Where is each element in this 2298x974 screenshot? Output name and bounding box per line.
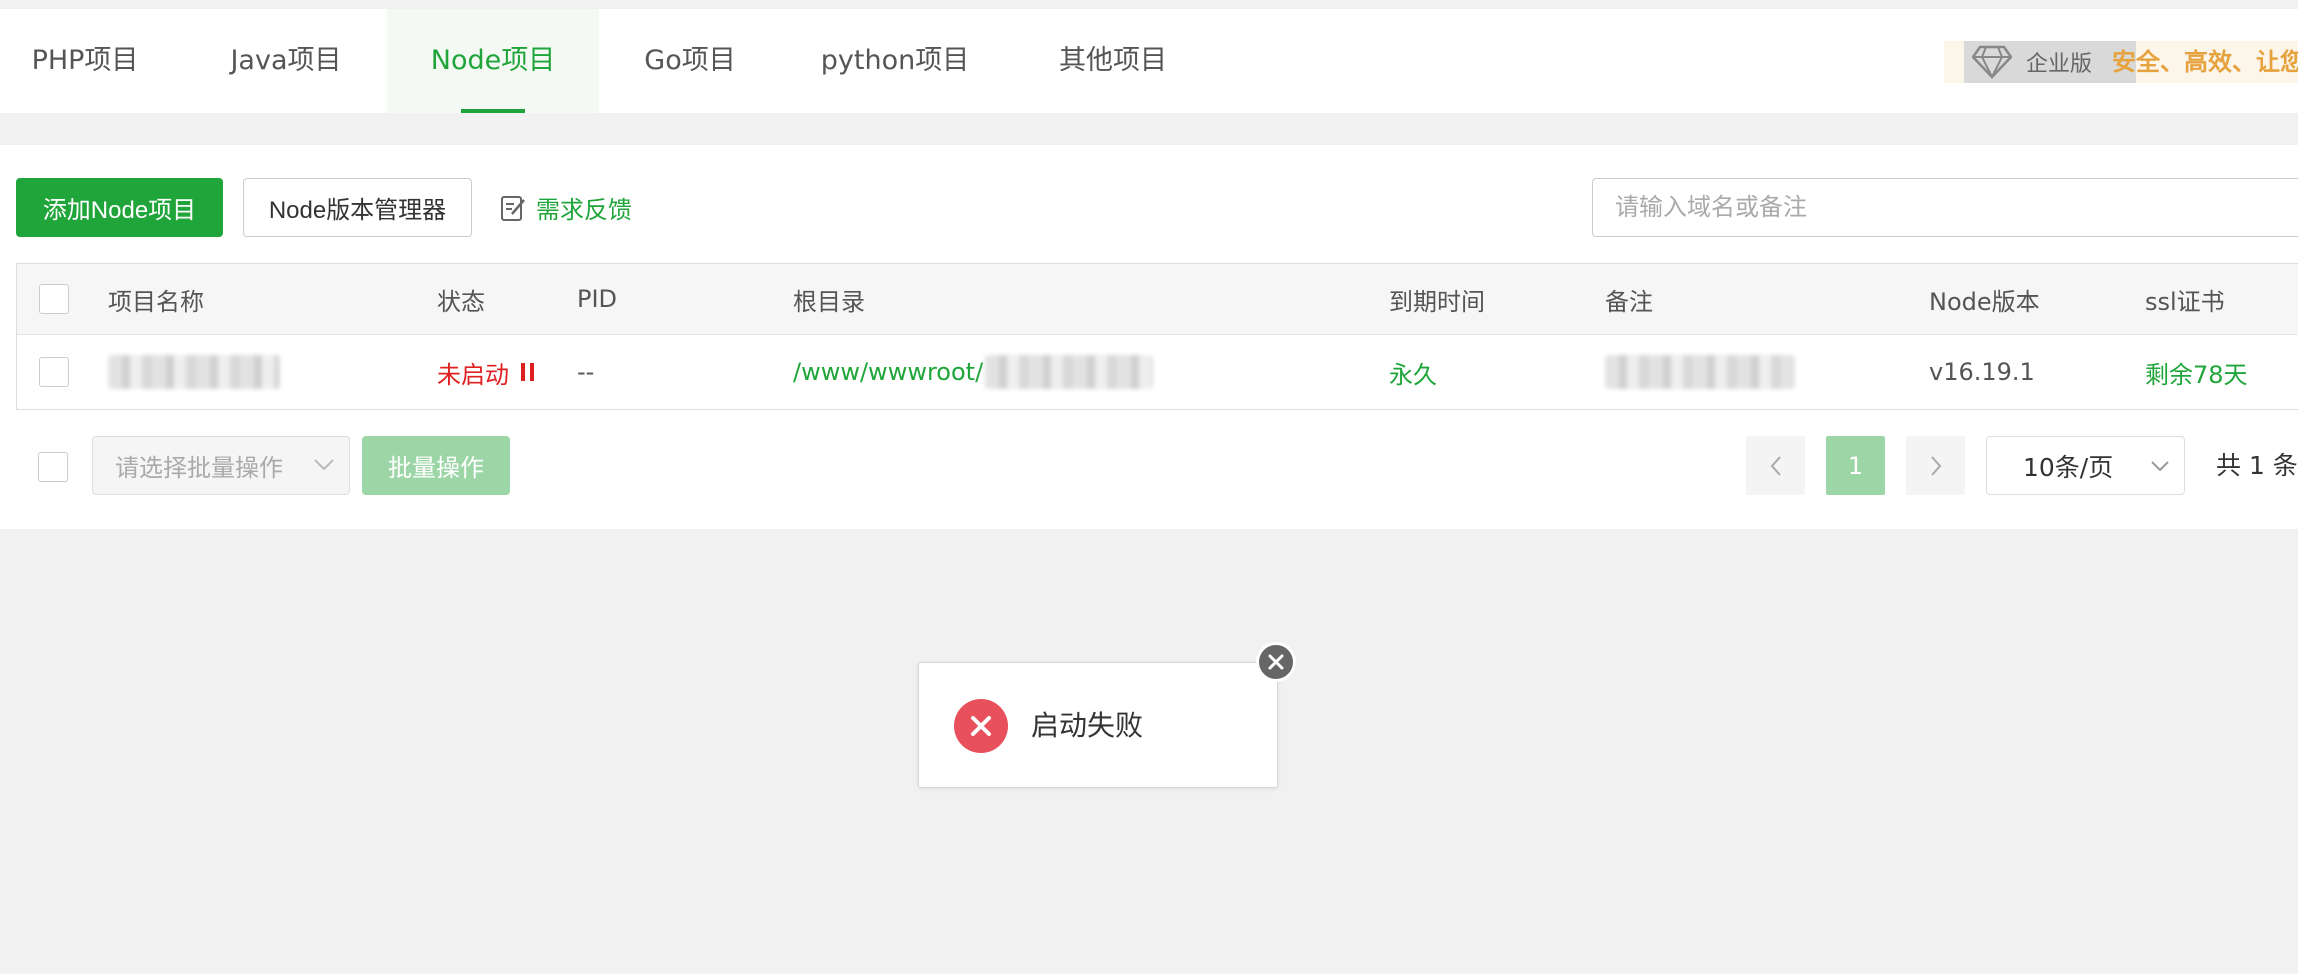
- expire-cell[interactable]: 永久: [1389, 335, 1437, 409]
- batch-operation-button[interactable]: 批量操作: [362, 436, 510, 495]
- pid-cell: --: [577, 358, 595, 386]
- batch-select-placeholder: 请选择批量操作: [115, 454, 283, 482]
- header-status: 状态: [437, 287, 485, 316]
- ssl-cell[interactable]: 剩余78天: [2145, 335, 2248, 409]
- root-path-link[interactable]: /www/wwwroot/: [793, 335, 1154, 409]
- batch-operation-select[interactable]: 请选择批量操作: [92, 436, 350, 495]
- diamond-icon: [1972, 45, 2012, 79]
- header-pid: PID: [577, 285, 618, 313]
- page-size-label: 10条/页: [2023, 452, 2114, 482]
- status-text: 未启动: [437, 360, 509, 389]
- chevron-down-icon: [2151, 461, 2169, 472]
- error-toast: 启动失败: [918, 662, 1278, 788]
- page-size-select[interactable]: 10条/页: [1986, 436, 2185, 495]
- tab-node[interactable]: Node项目: [387, 9, 599, 113]
- node-version-manager-button[interactable]: Node版本管理器: [243, 178, 472, 237]
- tab-other[interactable]: 其他项目: [1035, 9, 1191, 113]
- pause-icon: [521, 363, 534, 381]
- enterprise-badge: 企业版: [1964, 41, 2136, 83]
- search-input[interactable]: [1592, 178, 2298, 237]
- header-root: 根目录: [793, 287, 865, 316]
- tab-python[interactable]: python项目: [795, 9, 995, 113]
- tab-java[interactable]: Java项目: [200, 9, 372, 113]
- total-count: 共 1 条: [2216, 451, 2298, 480]
- next-page-button[interactable]: [1906, 436, 1965, 495]
- edit-note-icon: [501, 195, 525, 221]
- add-node-project-button[interactable]: 添加Node项目: [16, 178, 223, 237]
- select-all-checkbox[interactable]: [39, 284, 69, 314]
- header-expire[interactable]: 到期时间: [1389, 264, 1485, 334]
- remark-redacted[interactable]: [1605, 335, 1795, 409]
- feedback-label: 需求反馈: [536, 196, 632, 224]
- table-header: 项目名称 状态 PID 根目录 到期时间 备注 Node版本 ssl证书: [17, 264, 2298, 335]
- batch-select-checkbox[interactable]: [38, 452, 68, 482]
- project-name-redacted[interactable]: [108, 335, 280, 409]
- table-row: 未启动 -- /www/wwwroot/ 永久 v16.19.1 剩余78天: [17, 335, 2298, 409]
- status-cell[interactable]: 未启动: [437, 335, 534, 409]
- project-panel: 添加Node项目 Node版本管理器 需求反馈 项目名称 状态 PID 根目录 …: [0, 145, 2298, 529]
- chevron-left-icon: [1770, 455, 1781, 476]
- header-ssl: ssl证书: [2145, 287, 2225, 316]
- chevron-right-icon: [1930, 455, 1941, 476]
- chevron-down-icon: [314, 459, 334, 471]
- project-table: 项目名称 状态 PID 根目录 到期时间 备注 Node版本 ssl证书 未启动…: [16, 263, 2298, 410]
- header-node-version: Node版本: [1929, 287, 2040, 316]
- project-type-tabs: PHP项目 Java项目 Node项目 Go项目 python项目 其他项目 企…: [0, 9, 2298, 113]
- header-name[interactable]: 项目名称: [108, 264, 204, 334]
- close-icon[interactable]: [1256, 642, 1296, 682]
- enterprise-slogan: 安全、高效、让您: [2112, 48, 2298, 76]
- tab-go[interactable]: Go项目: [615, 9, 765, 113]
- enterprise-badge-label: 企业版: [2026, 52, 2093, 77]
- row-checkbox[interactable]: [39, 357, 69, 387]
- prev-page-button[interactable]: [1746, 436, 1805, 495]
- error-icon: [954, 699, 1008, 753]
- node-version-cell: v16.19.1: [1929, 358, 2035, 386]
- tab-php[interactable]: PHP项目: [0, 9, 170, 113]
- toast-message: 启动失败: [1031, 709, 1144, 742]
- current-page[interactable]: 1: [1826, 436, 1885, 495]
- root-path-text: /www/wwwroot/: [793, 358, 984, 386]
- feedback-link[interactable]: 需求反馈: [500, 178, 632, 237]
- enterprise-promo[interactable]: 企业版 安全、高效、让您: [1944, 41, 2298, 83]
- header-remark: 备注: [1605, 287, 1653, 316]
